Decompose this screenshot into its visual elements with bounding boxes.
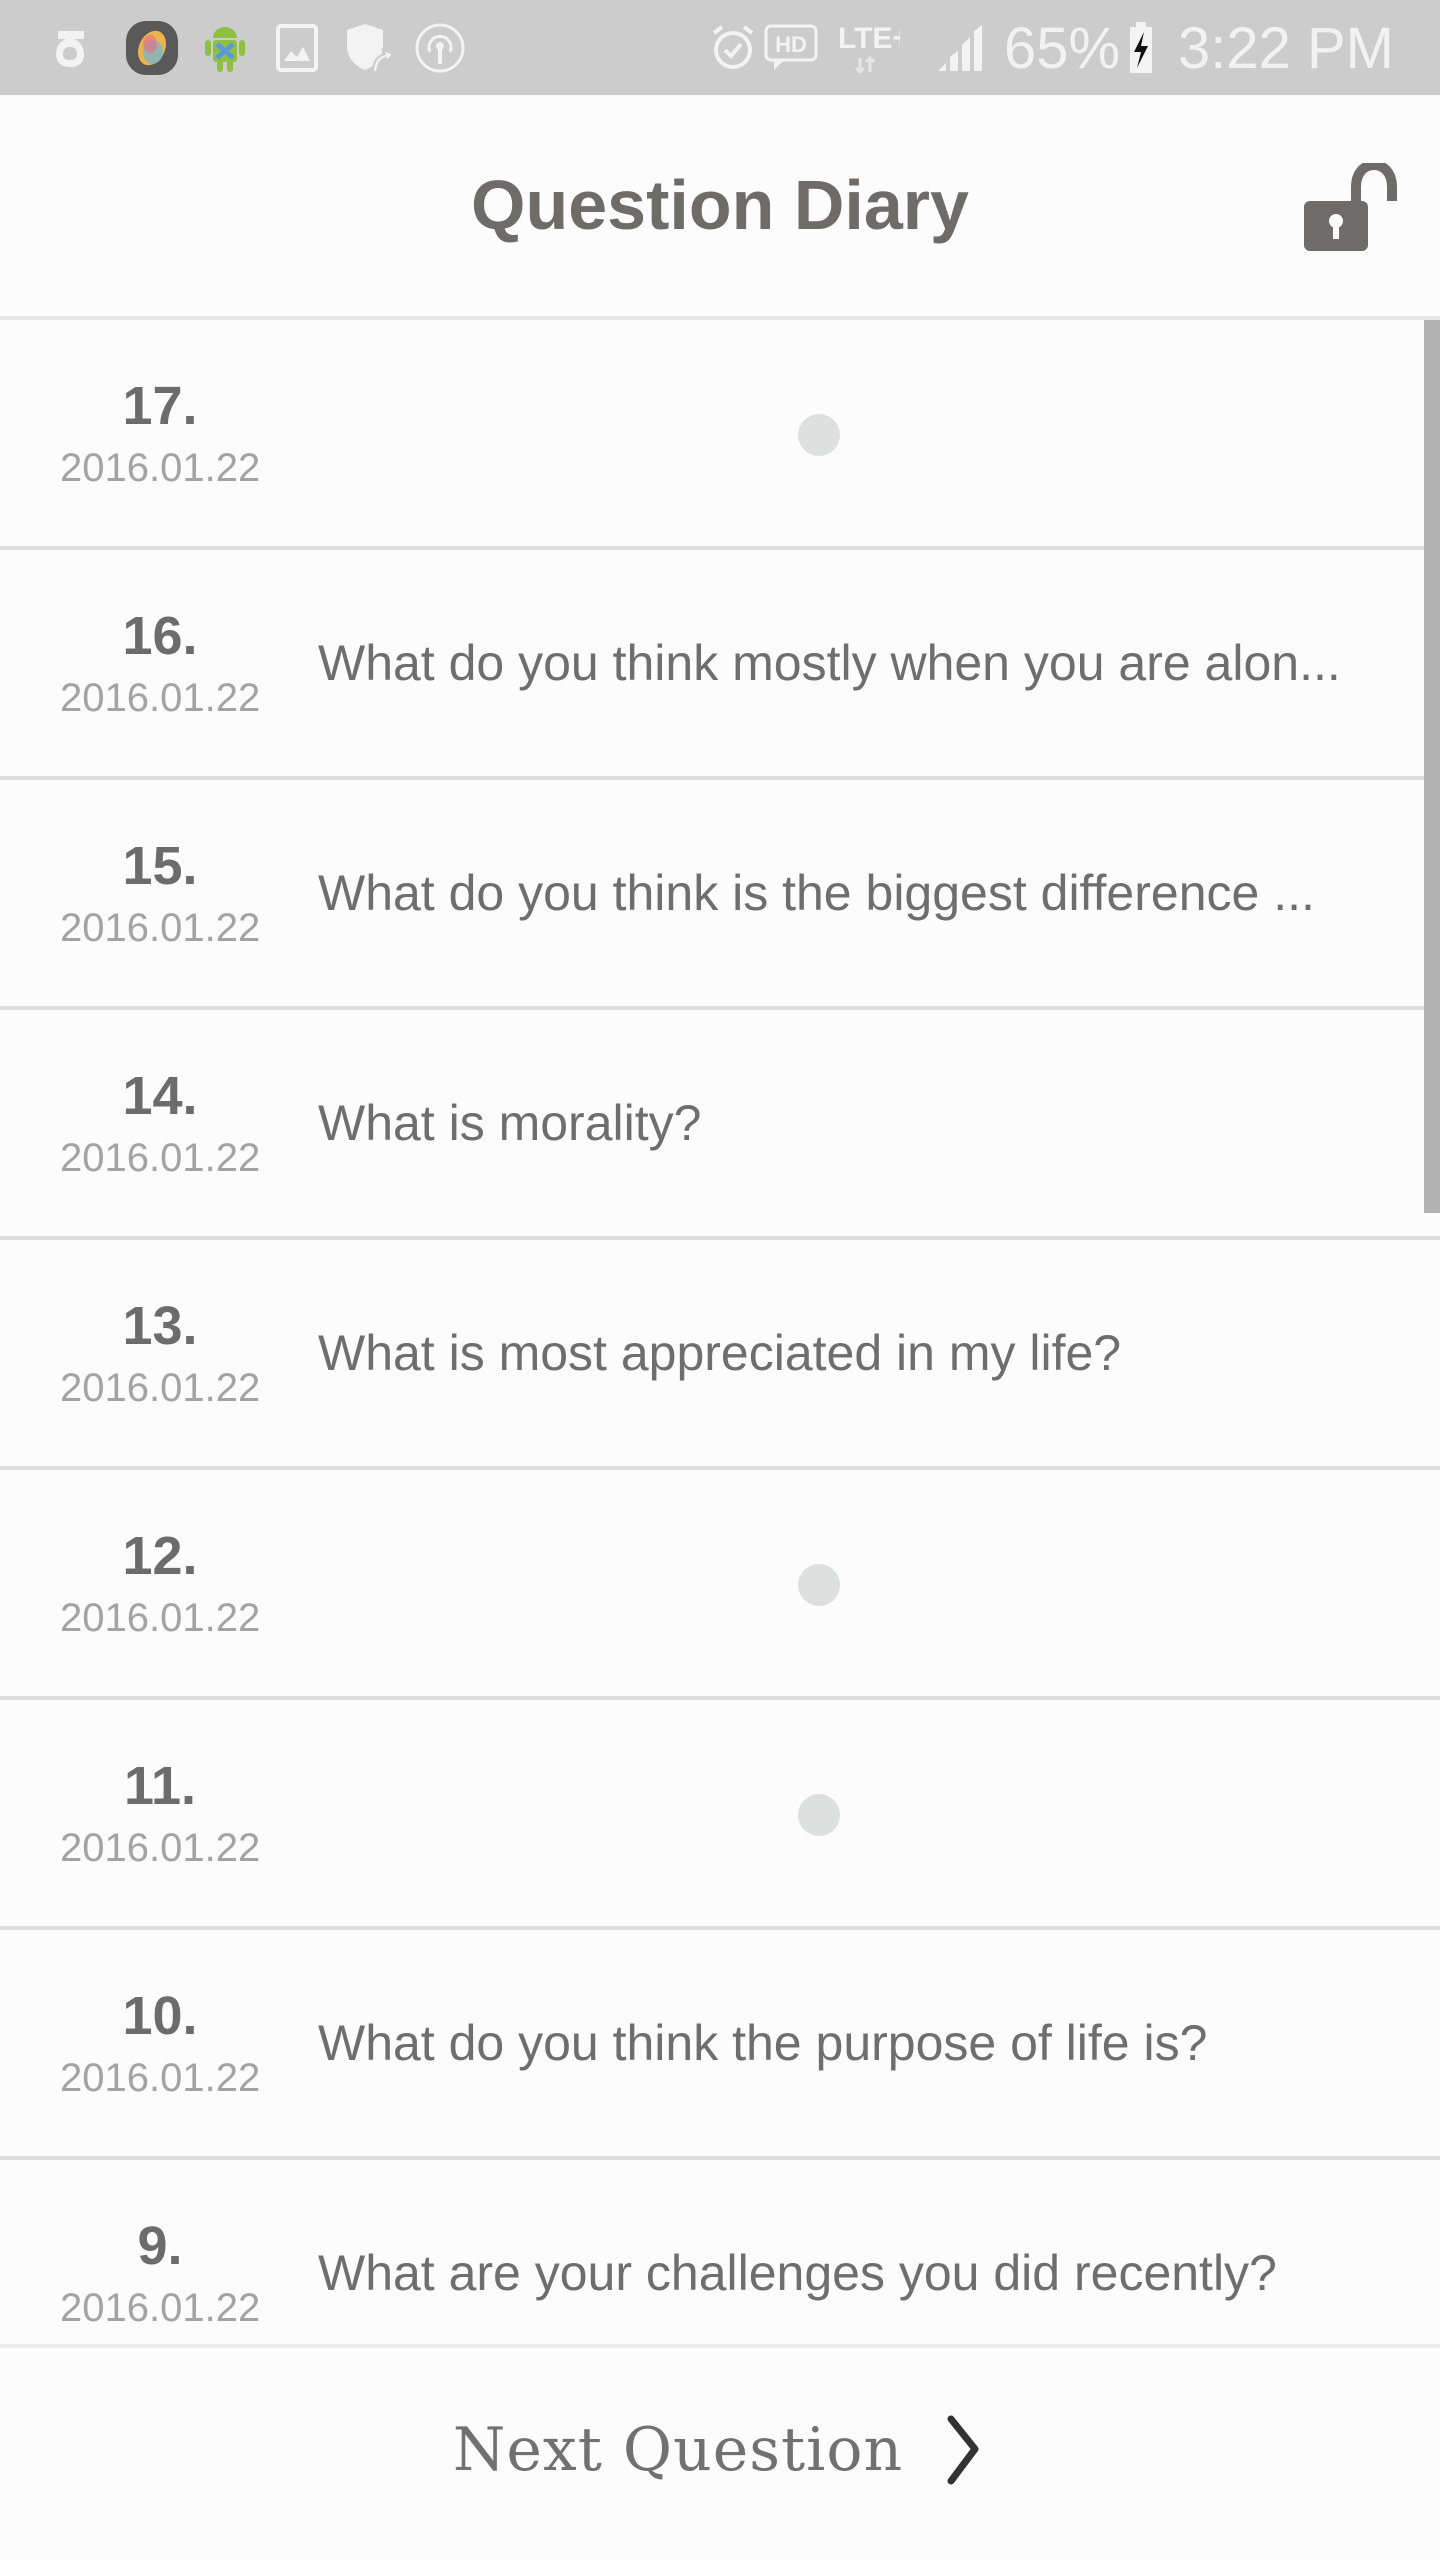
g-app-icon (44, 22, 96, 74)
chevron-right-icon (947, 2415, 979, 2485)
hd-voice-icon: HD (764, 22, 818, 74)
entry-number: 15. (122, 836, 198, 896)
entry-date: 2016.01.22 (60, 446, 261, 490)
entry-date: 2016.01.22 (60, 676, 261, 720)
color-bean-app-icon (124, 21, 180, 75)
app-header: Question Diary (0, 95, 1440, 316)
shield-update-icon (342, 22, 396, 74)
question-row-13[interactable]: 13. 2016.01.22 What is most appreciated … (0, 1240, 1440, 1470)
entry-question: What do you think mostly when you are al… (318, 635, 1341, 691)
loading-dot-icon (798, 1794, 840, 1836)
entry-date: 2016.01.22 (60, 906, 261, 950)
question-row-17[interactable]: 17. 2016.01.22 (0, 320, 1440, 550)
status-bar: HD LTE+ 65% 3:22 PM (0, 0, 1440, 95)
entry-number: 14. (122, 1066, 198, 1126)
entry-question: What do you think is the biggest differe… (318, 865, 1315, 921)
entry-number: 16. (122, 606, 198, 666)
entry-number: 13. (122, 1296, 198, 1356)
entry-number: 9. (137, 2216, 183, 2276)
question-row-16[interactable]: 16. 2016.01.22 What do you think mostly … (0, 550, 1440, 780)
entry-question: What is morality? (318, 1095, 702, 1151)
entry-date: 2016.01.22 (60, 1826, 261, 1870)
lte-plus-icon: LTE+ (838, 22, 900, 75)
entry-date: 2016.01.22 (60, 1596, 261, 1640)
list-scrollbar[interactable] (1424, 320, 1440, 1213)
entry-date: 2016.01.22 (60, 2056, 261, 2100)
question-row-14[interactable]: 14. 2016.01.22 What is morality? (0, 1010, 1440, 1240)
battery-charging-icon (1128, 22, 1154, 74)
page-title: Question Diary (471, 166, 969, 244)
entry-date: 2016.01.22 (60, 1366, 261, 1410)
signal-icon (936, 22, 988, 74)
question-list[interactable]: 17. 2016.01.22 16. 2016.01.22 What do yo… (0, 320, 1440, 2346)
alarm-icon (710, 22, 756, 74)
unlock-icon[interactable] (1300, 159, 1400, 253)
entry-number: 10. (122, 1986, 198, 2046)
entry-question: What do you think the purpose of life is… (318, 2015, 1208, 2071)
entry-question: What are your challenges you did recentl… (318, 2245, 1277, 2301)
question-row-15[interactable]: 15. 2016.01.22 What do you think is the … (0, 780, 1440, 1010)
entry-question: What is most appreciated in my life? (318, 1325, 1122, 1381)
svg-text:LTE+: LTE+ (838, 22, 900, 55)
entry-number: 17. (122, 376, 198, 436)
gallery-icon (274, 22, 320, 74)
next-question-button[interactable]: Next Question (0, 2410, 1440, 2490)
loading-dot-icon (798, 1564, 840, 1606)
svg-text:HD: HD (775, 32, 807, 57)
entry-date: 2016.01.22 (60, 2286, 261, 2330)
battery-percent: 65% (1004, 16, 1121, 81)
entry-number: 11. (123, 1756, 197, 1816)
footer-bar: Next Question (0, 2348, 1440, 2560)
next-question-label: Next Question (452, 2415, 904, 2485)
android-debug-icon (200, 22, 250, 74)
question-row-12[interactable]: 12. 2016.01.22 (0, 1470, 1440, 1700)
question-row-9[interactable]: 9. 2016.01.22 What are your challenges y… (0, 2160, 1440, 2346)
entry-number: 12. (122, 1526, 198, 1586)
question-row-10[interactable]: 10. 2016.01.22 What do you think the pur… (0, 1930, 1440, 2160)
clock-time: 3:22 PM (1178, 16, 1394, 81)
question-row-11[interactable]: 11. 2016.01.22 (0, 1700, 1440, 1930)
entry-date: 2016.01.22 (60, 1136, 261, 1180)
loading-dot-icon (798, 414, 840, 456)
hotspot-icon (414, 22, 466, 74)
